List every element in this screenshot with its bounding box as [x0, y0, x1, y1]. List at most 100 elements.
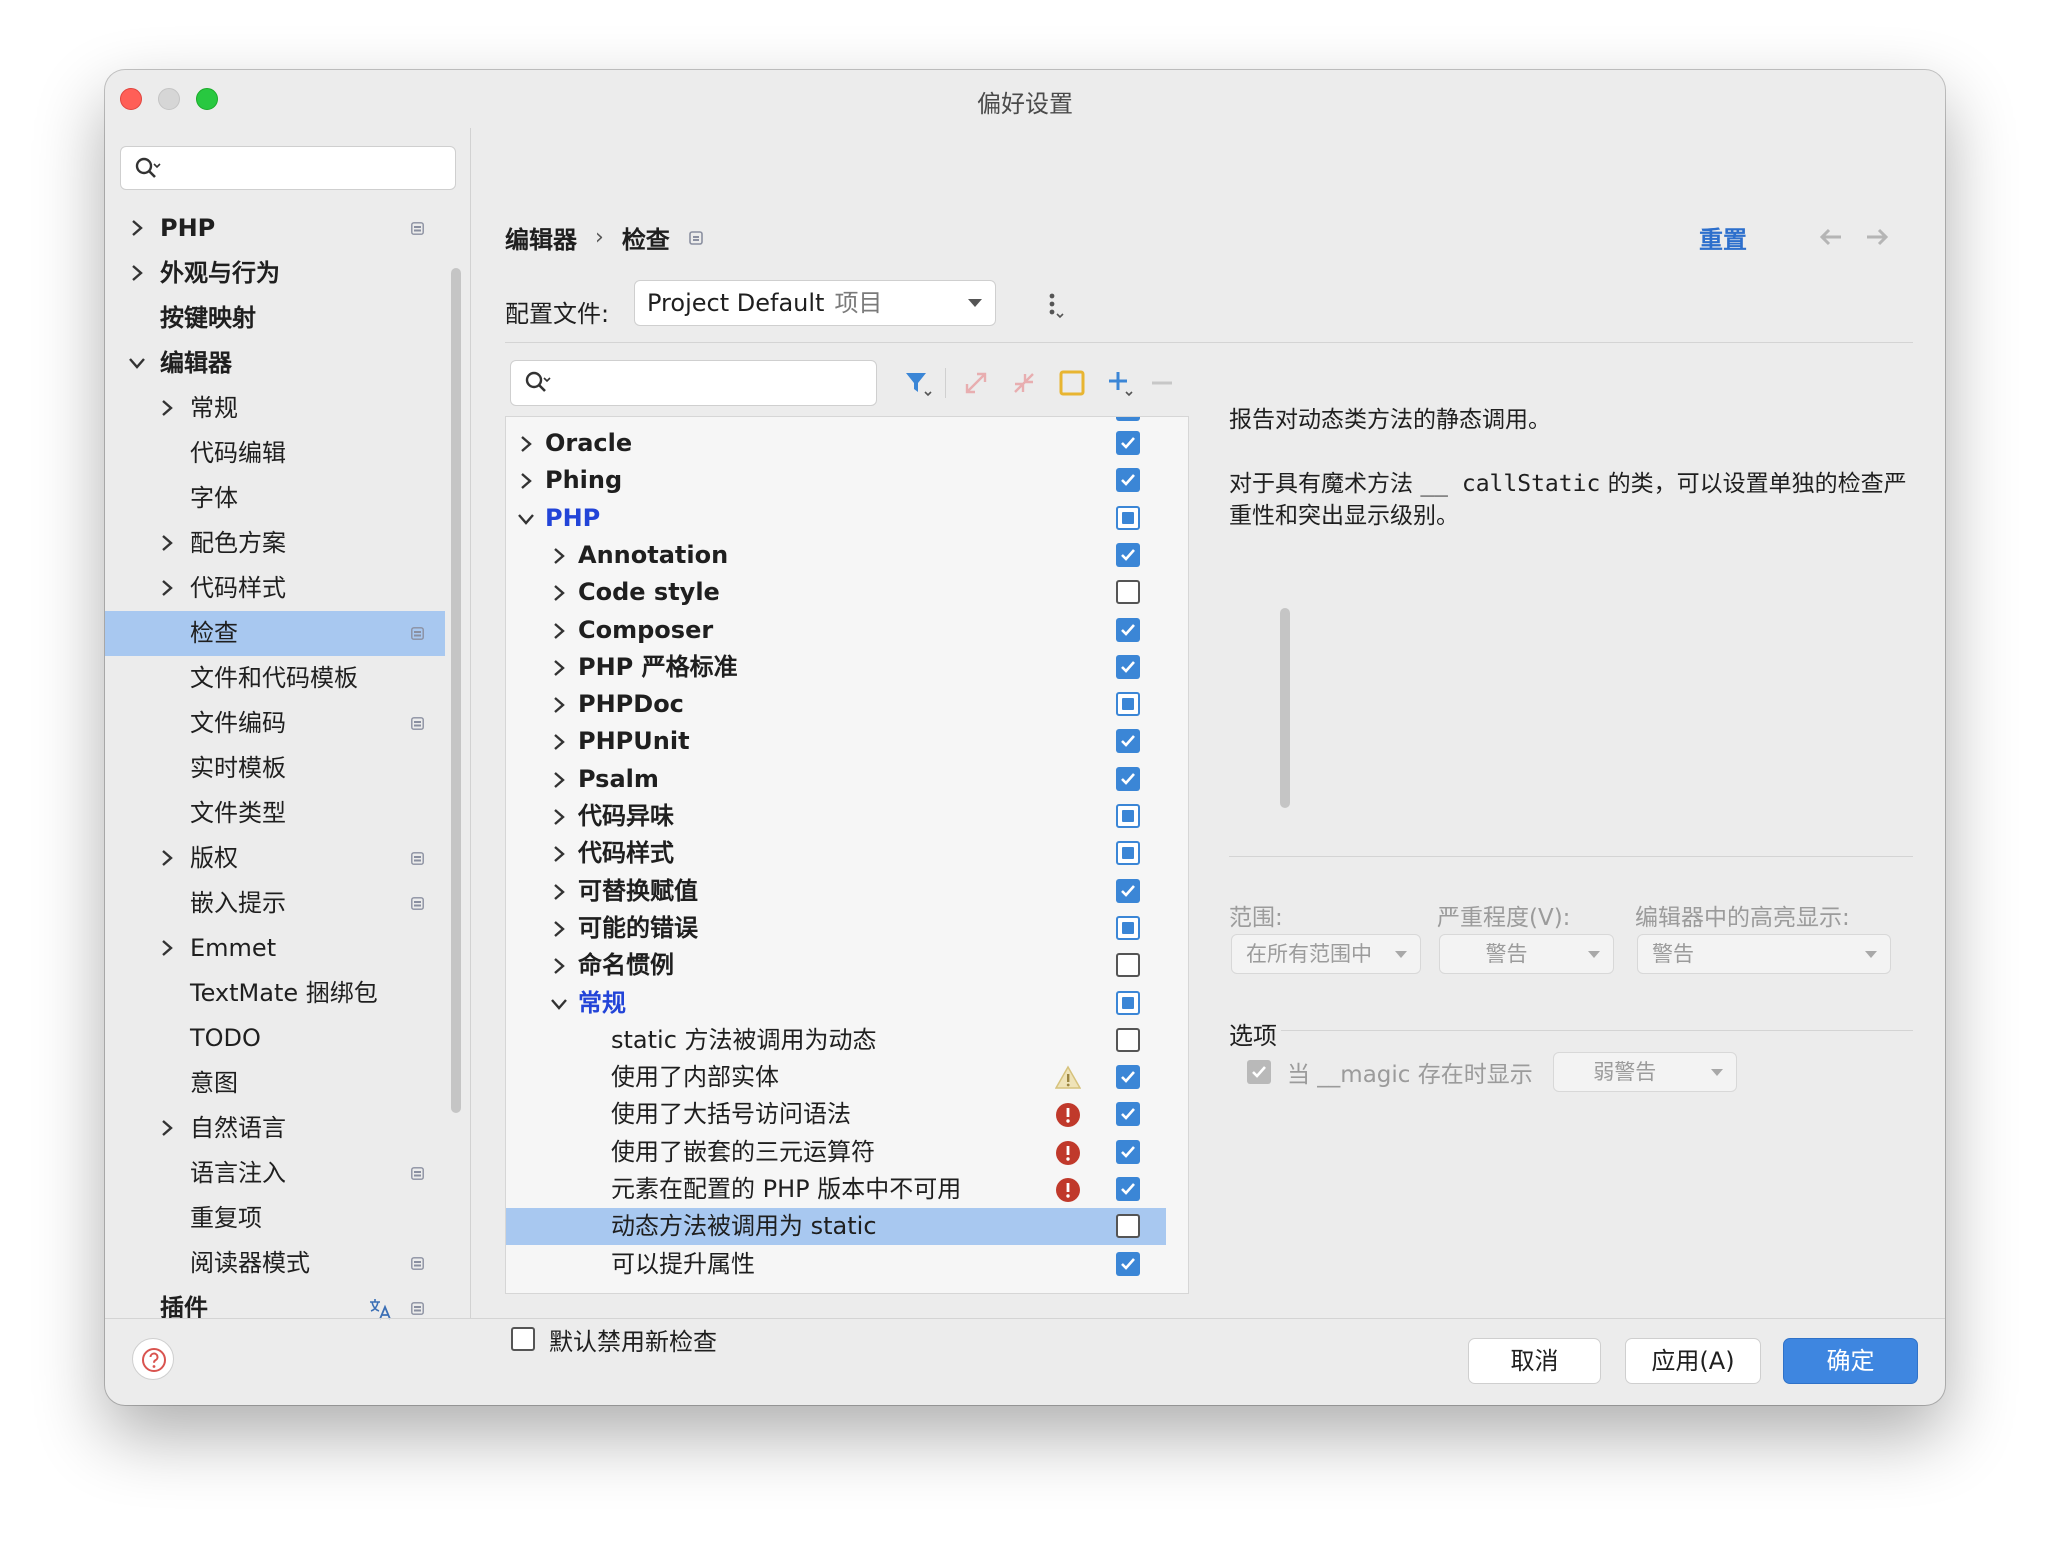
chevron-right-icon[interactable] [516, 434, 536, 454]
tree-row[interactable]: 可替换赋值 [506, 873, 1166, 910]
severity-dropdown[interactable]: 警告 [1439, 934, 1614, 974]
inspection-checkbox[interactable] [1116, 1102, 1140, 1127]
chevron-right-icon[interactable] [549, 956, 569, 976]
inspection-checkbox[interactable] [1116, 505, 1140, 530]
chevron-right-icon[interactable] [549, 882, 569, 902]
help-button[interactable] [132, 1338, 174, 1380]
tree-row[interactable]: 动态方法被调用为 static [506, 1208, 1166, 1246]
chevron-right-icon[interactable] [549, 919, 569, 939]
chevron-right-icon[interactable] [157, 578, 177, 598]
chevron-down-icon[interactable] [516, 509, 536, 529]
collapse-all-icon[interactable] [1009, 368, 1039, 398]
sidebar-item[interactable]: TextMate 捆绑包 [105, 971, 445, 1016]
chevron-right-icon[interactable] [549, 546, 569, 566]
chevron-right-icon[interactable] [549, 732, 569, 752]
tree-row[interactable]: PHP 严格标准 [506, 649, 1166, 686]
inspection-checkbox[interactable] [1116, 654, 1140, 679]
chevron-right-icon[interactable] [549, 844, 569, 864]
tree-scrollbar[interactable] [1280, 608, 1290, 808]
apply-button[interactable]: 应用(A) [1625, 1338, 1761, 1384]
chevron-right-icon[interactable] [157, 533, 177, 553]
sidebar-item[interactable]: 检查 [105, 611, 445, 656]
inspection-checkbox[interactable] [1116, 692, 1140, 717]
sidebar-item[interactable]: 自然语言 [105, 1106, 445, 1151]
sidebar-item[interactable]: 配色方案 [105, 521, 445, 566]
breadcrumb-editor[interactable]: 编辑器 [505, 220, 577, 255]
tree-row[interactable]: 命名惯例 [506, 947, 1166, 984]
sidebar-item[interactable]: 文件和代码模板 [105, 656, 445, 701]
sidebar-item[interactable]: 版权 [105, 836, 445, 881]
reset-to-default-icon[interactable] [1057, 368, 1087, 398]
cancel-button[interactable]: 取消 [1468, 1338, 1601, 1384]
tree-row[interactable]: PHPUnit [506, 723, 1166, 760]
back-arrow-icon[interactable] [1817, 226, 1843, 248]
chevron-right-icon[interactable] [549, 583, 569, 603]
sidebar-item[interactable]: 代码编辑 [105, 431, 445, 476]
sidebar-item[interactable]: PHP [105, 206, 445, 251]
inspection-checkbox[interactable] [1116, 1177, 1140, 1201]
chevron-right-icon[interactable] [516, 471, 536, 491]
sidebar-item[interactable]: 插件 [105, 1286, 445, 1331]
inspection-checkbox[interactable] [1116, 542, 1140, 567]
sidebar-item[interactable]: 实时模板 [105, 746, 445, 791]
tree-row[interactable]: Phing [506, 462, 1166, 499]
sidebar-item[interactable]: 字体 [105, 476, 445, 521]
tree-row[interactable]: PHP [506, 500, 1166, 537]
inspection-checkbox[interactable] [1116, 953, 1140, 978]
sidebar-item[interactable]: 阅读器模式 [105, 1241, 445, 1286]
scope-dropdown[interactable]: 在所有范围中 [1231, 934, 1421, 974]
profile-dropdown[interactable]: Project Default 项目 [634, 280, 996, 326]
ok-button[interactable]: 确定 [1783, 1338, 1918, 1384]
filter-icon[interactable] [903, 368, 933, 398]
chevron-down-icon[interactable] [127, 353, 147, 373]
sidebar-item[interactable]: 常规 [105, 386, 445, 431]
tree-row[interactable]: Oracle [506, 425, 1166, 462]
sidebar-item[interactable]: 文件编码 [105, 701, 445, 746]
inspection-checkbox[interactable] [1116, 617, 1140, 642]
remove-icon[interactable] [1147, 368, 1177, 398]
inspection-checkbox[interactable] [1116, 804, 1140, 828]
inspection-checkbox[interactable] [1116, 1214, 1140, 1239]
tree-row[interactable]: 常规 [506, 985, 1166, 1022]
sidebar-item[interactable]: TODO [105, 1016, 445, 1061]
tree-row[interactable]: 元素在配置的 PHP 版本中不可用 [506, 1171, 1166, 1208]
magic-checkbox[interactable] [1247, 1060, 1271, 1084]
sidebar-item[interactable]: 意图 [105, 1061, 445, 1106]
tree-row[interactable]: 使用了大括号访问语法 [506, 1096, 1166, 1133]
chevron-down-icon[interactable] [549, 994, 569, 1014]
inspection-checkbox[interactable] [1116, 990, 1140, 1015]
sidebar-scrollbar[interactable] [451, 268, 461, 1113]
add-icon[interactable] [1105, 368, 1135, 398]
sidebar-item[interactable]: 按键映射 [105, 296, 445, 341]
inspection-search-input[interactable] [510, 360, 877, 406]
highlight-dropdown[interactable]: 警告 [1637, 934, 1891, 974]
tree-row[interactable]: 可能的错误 [506, 910, 1166, 947]
chevron-right-icon[interactable] [127, 263, 147, 283]
sidebar-item[interactable]: 重复项 [105, 1196, 445, 1241]
inspection-checkbox[interactable] [1116, 1139, 1140, 1164]
chevron-right-icon[interactable] [549, 621, 569, 641]
chevron-right-icon[interactable] [549, 658, 569, 678]
tree-row[interactable]: 使用了内部实体 [506, 1059, 1166, 1096]
inspection-checkbox[interactable] [1116, 580, 1140, 605]
chevron-right-icon[interactable] [549, 770, 569, 790]
magic-level-dropdown[interactable]: 弱警告 [1552, 1052, 1737, 1092]
sidebar-item[interactable]: Emmet [105, 926, 445, 971]
inspection-checkbox[interactable] [1116, 841, 1140, 866]
chevron-right-icon[interactable] [549, 807, 569, 827]
tree-row[interactable]: Psalm [506, 761, 1166, 798]
forward-arrow-icon[interactable] [1865, 226, 1891, 248]
chevron-right-icon[interactable] [127, 218, 147, 238]
sidebar-item[interactable]: 编辑器 [105, 341, 445, 386]
disable-new-inspections-checkbox[interactable]: 默认禁用新检查 [511, 1324, 717, 1356]
tree-row[interactable]: 使用了嵌套的三元运算符 [506, 1134, 1166, 1171]
tree-row[interactable]: Annotation [506, 537, 1166, 574]
inspection-checkbox[interactable] [1116, 1251, 1140, 1276]
inspection-checkbox[interactable] [1116, 468, 1140, 493]
reset-link[interactable]: 重置 [1699, 220, 1747, 255]
inspection-checkbox[interactable] [1116, 729, 1140, 754]
chevron-right-icon[interactable] [157, 938, 177, 958]
inspection-checkbox[interactable] [1116, 915, 1140, 940]
chevron-right-icon[interactable] [157, 1118, 177, 1138]
inspection-checkbox[interactable] [1116, 878, 1140, 903]
